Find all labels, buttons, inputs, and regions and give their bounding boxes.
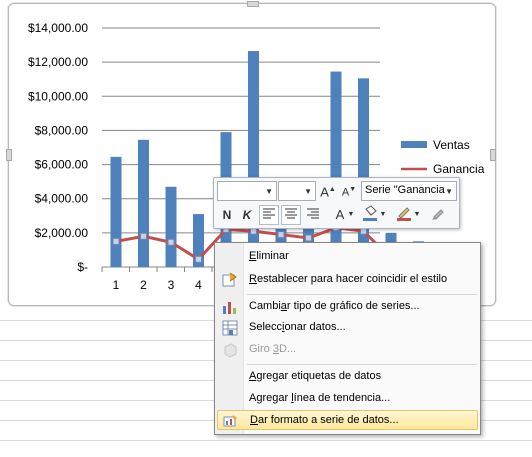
chevron-down-icon: ▼ — [445, 187, 453, 196]
chevron-down-icon: ▼ — [265, 187, 273, 196]
x-tick-label: 4 — [195, 278, 202, 292]
line-color-dropdown[interactable]: ▼ — [412, 205, 422, 225]
menu-item-dar-formato-serie[interactable]: Dar formato a serie de datos... — [217, 410, 478, 430]
fill-color-dropdown[interactable]: ▼ — [378, 205, 388, 225]
menu-item-agregar-etiquetas[interactable]: Agregar etiquetas de datos — [217, 367, 478, 387]
grow-font-button[interactable]: A▲ — [318, 180, 338, 200]
context-menu: Eliminar Restablecer para hacer coincidi… — [214, 242, 481, 435]
bar-ventas[interactable] — [165, 186, 177, 267]
font-color-dropdown[interactable]: ▼ — [346, 205, 356, 225]
bar-ventas[interactable] — [358, 78, 369, 267]
legend-label-ventas: Ventas — [433, 138, 470, 152]
legend-swatch-ventas — [401, 141, 427, 148]
align-right-icon — [307, 208, 319, 219]
point-ganancia[interactable] — [112, 237, 120, 245]
bar-ventas[interactable] — [138, 139, 149, 267]
align-left-button[interactable] — [259, 205, 279, 225]
menu-item-cambiar-tipo[interactable]: Cambiar tipo de gráfico de series... — [217, 297, 478, 317]
reset-style-icon — [222, 272, 238, 288]
y-axis-ticks: $14,000.00 $12,000.00 $10,000.00 $8,000.00 $… — [28, 21, 88, 274]
y-tick-label: $12,000.00 — [28, 55, 88, 69]
select-data-icon — [222, 320, 238, 336]
menu-separator — [247, 294, 477, 295]
y-tick-label: $10,000.00 — [28, 89, 88, 103]
point-ganancia[interactable] — [195, 255, 202, 263]
menu-item-restablecer-estilo[interactable]: Restablecer para hacer coincidir el esti… — [217, 270, 478, 290]
sheet-row-line — [0, 440, 532, 441]
y-tick-label: $6,000.00 — [35, 158, 89, 172]
bar-ventas[interactable] — [330, 71, 342, 268]
format-series-icon — [223, 413, 239, 429]
bars-series-ventas[interactable] — [110, 51, 425, 268]
menu-item-giro-3d[interactable]: Giro 3D... — [217, 340, 478, 360]
series-select-value: Serie "Ganancia — [365, 184, 445, 196]
line-color-button[interactable] — [394, 205, 414, 225]
legend-label-ganancia: Ganancia — [433, 162, 485, 176]
point-ganancia[interactable] — [360, 227, 367, 235]
point-ganancia[interactable] — [305, 234, 312, 242]
shrink-font-button[interactable]: A▼ — [339, 180, 359, 200]
y-tick-label: $14,000.00 — [28, 21, 88, 35]
menu-separator — [247, 364, 477, 365]
font-size-combo[interactable]: ▼ — [278, 181, 316, 201]
y-tick-label: $4,000.00 — [35, 192, 89, 206]
align-center-button[interactable] — [281, 205, 301, 225]
font-name-combo[interactable]: ▼ — [217, 181, 277, 201]
bar-ventas[interactable] — [110, 156, 122, 267]
menu-item-seleccionar-datos[interactable]: Seleccionar datos... — [217, 318, 478, 338]
brush-icon — [432, 209, 444, 220]
x-tick-label: 3 — [168, 278, 175, 292]
3d-rotation-icon — [222, 342, 238, 358]
bold-button[interactable]: N — [217, 205, 237, 225]
change-chart-type-icon — [222, 299, 238, 315]
chevron-down-icon: ▼ — [304, 187, 312, 196]
x-axis-ticks: 1 2 3 4 — [113, 278, 203, 292]
mini-toolbar: ▼ ▼ A▲ A▼ Serie "Ganancia ▼ N K A ▼ ▼ ▼ — [213, 177, 460, 229]
point-ganancia[interactable] — [140, 232, 147, 240]
menu-item-eliminar[interactable]: Eliminar — [217, 247, 478, 267]
pen-icon — [397, 207, 411, 221]
menu-item-agregar-tendencia[interactable]: Agregar línea de tendencia... — [217, 389, 478, 409]
y-tick-label: $- — [77, 260, 88, 274]
format-painter-button[interactable] — [428, 205, 448, 225]
series-select-combo[interactable]: Serie "Ganancia ▼ — [361, 181, 457, 201]
gridlines — [101, 27, 433, 272]
point-ganancia[interactable] — [277, 231, 285, 239]
italic-button[interactable]: K — [237, 205, 257, 225]
x-tick-label: 2 — [140, 278, 147, 292]
legend[interactable]: Ventas Ganancia — [401, 138, 485, 176]
align-right-button[interactable] — [303, 205, 323, 225]
align-left-icon — [263, 208, 275, 219]
point-ganancia[interactable] — [167, 238, 175, 246]
y-tick-label: $2,000.00 — [35, 226, 89, 240]
paint-bucket-icon — [363, 205, 377, 221]
align-center-icon — [285, 208, 297, 219]
x-tick-label: 1 — [113, 278, 120, 292]
fill-color-button[interactable] — [360, 205, 380, 225]
point-ganancia[interactable] — [250, 227, 257, 235]
y-tick-label: $8,000.00 — [35, 123, 89, 137]
